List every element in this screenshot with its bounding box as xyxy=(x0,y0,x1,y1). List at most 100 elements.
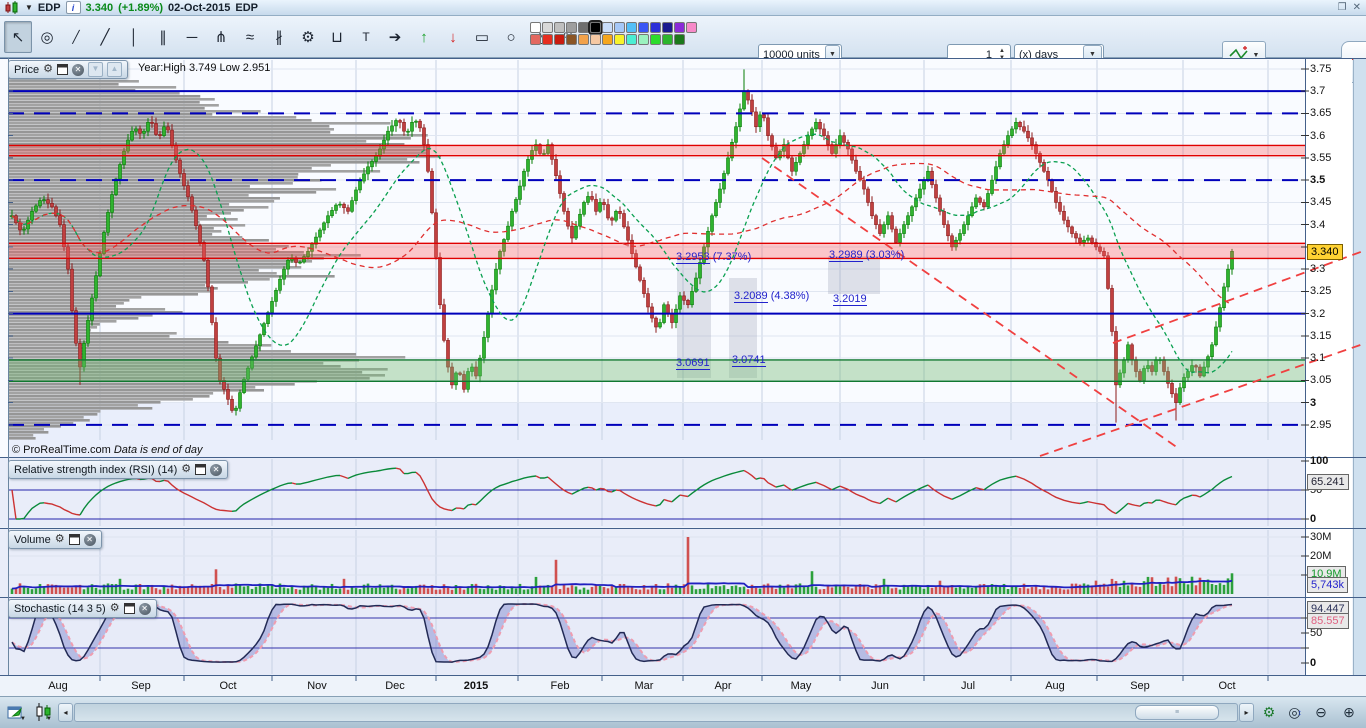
color-swatch[interactable] xyxy=(590,22,601,33)
month-label: Feb xyxy=(551,680,570,692)
color-swatch[interactable] xyxy=(614,22,625,33)
segment-tool-icon: ╱ xyxy=(72,30,79,44)
export-button[interactable]: ▼ xyxy=(6,701,28,723)
color-swatch[interactable] xyxy=(566,34,577,45)
color-swatch[interactable] xyxy=(650,22,661,33)
pane-window-icon[interactable] xyxy=(69,534,80,545)
parallel-lines-tool[interactable]: ∦ xyxy=(265,21,293,53)
move-pane-up-icon[interactable]: ▲ xyxy=(107,62,122,77)
price-pane-title: Price xyxy=(14,64,39,76)
color-swatch[interactable] xyxy=(590,34,601,45)
color-swatch[interactable] xyxy=(542,34,553,45)
proRealTime-window: ▼ EDP i 3.340 (+1.89%) 02-Oct-2015 EDP ❐… xyxy=(0,0,1366,728)
arrow-down-tool[interactable]: ↓ xyxy=(439,21,467,53)
chart-canvas[interactable] xyxy=(0,58,1366,695)
color-swatch[interactable] xyxy=(566,22,577,33)
chart-menu-caret-icon[interactable]: ▼ xyxy=(25,3,33,12)
month-label: May xyxy=(791,680,812,692)
price-axis-tick: 3.2 xyxy=(1310,308,1325,320)
arrow-up-tool[interactable]: ↑ xyxy=(410,21,438,53)
arrow-tool-icon: ➔ xyxy=(389,28,402,46)
info-icon[interactable]: i xyxy=(66,1,81,14)
thumb-grip-icon: ≡ xyxy=(1175,709,1179,716)
color-swatch[interactable] xyxy=(662,22,673,33)
trash-tool[interactable]: ⊔ xyxy=(323,21,351,53)
scroll-right-button[interactable]: ▸ xyxy=(1239,703,1254,722)
vertical-line-tool[interactable]: │ xyxy=(120,21,148,53)
color-swatch[interactable] xyxy=(662,34,673,45)
pane-close-icon[interactable]: ✕ xyxy=(84,534,96,546)
color-swatch[interactable] xyxy=(602,34,613,45)
rectangle-tool[interactable]: ▭ xyxy=(468,21,496,53)
text-tool[interactable]: T xyxy=(352,21,380,53)
pane-close-icon[interactable]: ✕ xyxy=(210,464,222,476)
price-axis-tick: 3.55 xyxy=(1310,152,1331,164)
chart-settings-button[interactable]: ⚙ xyxy=(1258,701,1280,723)
color-swatch[interactable] xyxy=(626,22,637,33)
zigzag-tool[interactable]: ≈ xyxy=(236,21,264,53)
color-swatch[interactable] xyxy=(614,34,625,45)
color-swatch[interactable] xyxy=(578,22,589,33)
chart-scrollbar[interactable]: ≡ xyxy=(74,703,1238,722)
fan-lines-tool[interactable]: ⋔ xyxy=(207,21,235,53)
color-swatch[interactable] xyxy=(578,34,589,45)
color-swatch[interactable] xyxy=(602,22,613,33)
candle-period-caret-icon[interactable]: ▼ xyxy=(46,716,52,722)
settings-tool[interactable]: ⚙ xyxy=(294,21,322,53)
arrow-tool[interactable]: ➔ xyxy=(381,21,409,53)
zoom-tool[interactable]: ◎ xyxy=(33,21,61,53)
close-window-icon[interactable]: ✕ xyxy=(1353,3,1361,13)
channel-tool[interactable]: ∥ xyxy=(149,21,177,53)
color-swatch[interactable] xyxy=(542,22,553,33)
pane-settings-icon[interactable]: ⚙ xyxy=(43,64,53,75)
restore-window-icon[interactable]: ❐ xyxy=(1338,3,1347,13)
month-label: Jul xyxy=(961,680,975,692)
month-label: Oct xyxy=(1218,680,1235,692)
rsi-pane-title: Relative strength index (RSI) (14) xyxy=(14,464,177,476)
pointer-tool[interactable]: ↖ xyxy=(4,21,32,53)
pane-close-icon[interactable]: ✕ xyxy=(72,64,84,76)
pane-settings-icon[interactable]: ⚙ xyxy=(181,464,191,475)
scrollbar-thumb[interactable]: ≡ xyxy=(1135,705,1219,720)
fit-zoom-button[interactable]: ◎↕ xyxy=(1284,701,1306,723)
export-caret-icon[interactable]: ▼ xyxy=(20,716,26,722)
month-label: Sep xyxy=(1130,680,1150,692)
zoom-out-button[interactable]: ⊖ xyxy=(1310,701,1332,723)
trendline-tool-icon: ╱ xyxy=(100,28,109,46)
color-swatch[interactable] xyxy=(554,34,565,45)
spinner-up-icon[interactable]: ▲ xyxy=(996,48,1008,55)
last-price: 3.340 xyxy=(86,2,114,14)
pane-window-icon[interactable] xyxy=(195,464,206,475)
pane-settings-icon[interactable]: ⚙ xyxy=(110,603,120,614)
color-swatch[interactable] xyxy=(674,34,685,45)
candle-period-button[interactable]: ▼ xyxy=(32,701,54,723)
ellipse-tool[interactable]: ○ xyxy=(497,21,525,53)
scroll-left-button[interactable]: ◂ xyxy=(58,703,73,722)
move-pane-down-icon[interactable]: ▼ xyxy=(88,62,103,77)
price-pane-header: Price ⚙ ✕ ▼ ▲ xyxy=(8,60,128,79)
year-range-label: Year:High 3.749 Low 2.951 xyxy=(138,62,270,74)
color-swatch[interactable] xyxy=(650,34,661,45)
segment-tool[interactable]: ╱ xyxy=(62,21,90,53)
pane-window-icon[interactable] xyxy=(124,603,135,614)
symbol-label: EDP xyxy=(38,2,61,14)
price-axis-tick: 3.75 xyxy=(1310,63,1331,75)
color-swatch[interactable] xyxy=(638,34,649,45)
color-swatch[interactable] xyxy=(530,22,541,33)
trendline-tool[interactable]: ╱ xyxy=(91,21,119,53)
color-swatch[interactable] xyxy=(554,22,565,33)
color-swatch[interactable] xyxy=(674,22,685,33)
color-swatch[interactable] xyxy=(686,22,697,33)
price-annotation: 3.2019 xyxy=(833,293,867,305)
price-axis-tick: 3.5 xyxy=(1310,174,1325,186)
pane-close-icon[interactable]: ✕ xyxy=(139,603,151,615)
color-swatch[interactable] xyxy=(626,34,637,45)
horizontal-line-tool[interactable]: ─ xyxy=(178,21,206,53)
pane-settings-icon[interactable]: ⚙ xyxy=(55,534,65,545)
pane-window-icon[interactable] xyxy=(57,64,68,75)
color-swatch[interactable] xyxy=(530,34,541,45)
color-swatch[interactable] xyxy=(638,22,649,33)
price-axis-tick: 3.25 xyxy=(1310,285,1331,297)
price-axis-tick: 3.6 xyxy=(1310,130,1325,142)
zoom-in-button[interactable]: ⊕ xyxy=(1338,701,1360,723)
